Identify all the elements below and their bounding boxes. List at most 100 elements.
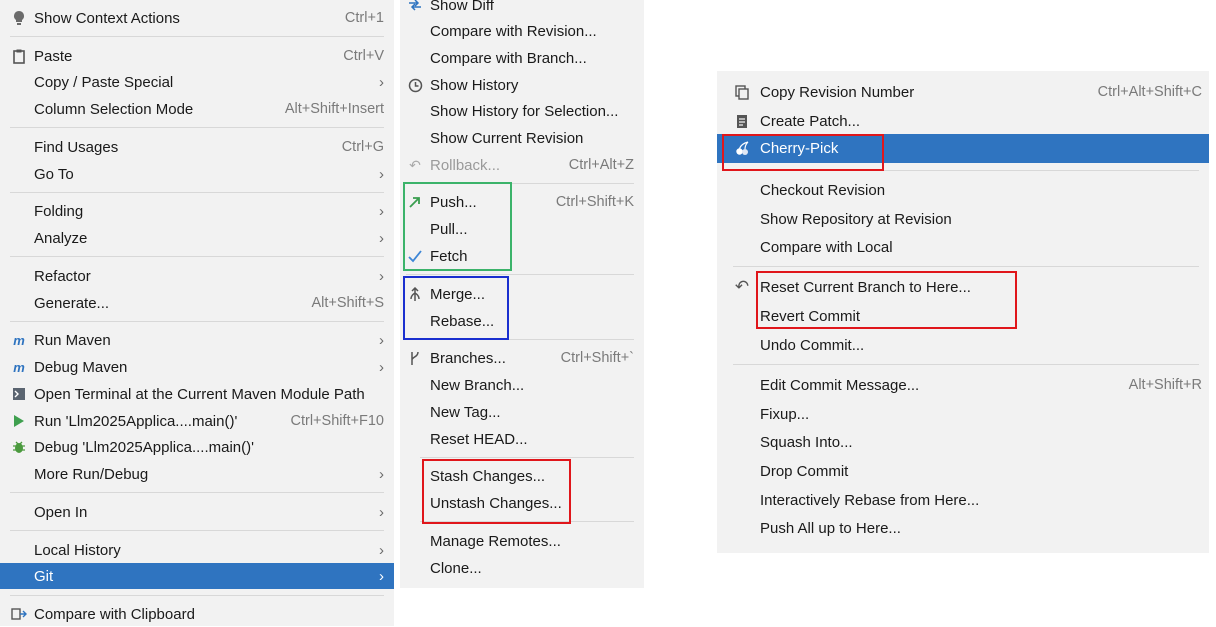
- menu-item-copy-revision-number[interactable]: Copy Revision Number Ctrl+Alt+Shift+C: [717, 79, 1209, 105]
- reset-icon: ↶: [734, 277, 750, 296]
- menu-item-shortcut: Ctrl+V: [343, 48, 384, 64]
- copy-icon: [733, 83, 751, 101]
- menu-item-compare-with-revision[interactable]: Compare with Revision...: [400, 18, 644, 44]
- menu-separator: [10, 492, 384, 493]
- menu-item-shortcut: Ctrl+Alt+Shift+C: [1097, 84, 1202, 100]
- menu-item-undo-commit[interactable]: Undo Commit...: [717, 332, 1209, 358]
- menu-item-show-current-revision[interactable]: Show Current Revision: [400, 125, 644, 151]
- menu-item-generate[interactable]: Generate... Alt+Shift+S: [0, 290, 394, 316]
- menu-item-shortcut: Ctrl+1: [344, 10, 384, 26]
- menu-item-find-usages[interactable]: Find Usages Ctrl+G: [0, 134, 394, 160]
- menu-item-label: More Run/Debug: [34, 465, 149, 483]
- menu-item-shortcut: Alt+Shift+R: [1128, 377, 1202, 393]
- patch-icon: [733, 112, 751, 130]
- menu-item-new-branch[interactable]: New Branch...: [400, 372, 644, 398]
- menu-item-label: Run Maven: [34, 331, 111, 349]
- menu-item-clone[interactable]: Clone...: [400, 555, 644, 581]
- terminal-icon: [10, 385, 28, 403]
- menu-item-analyze[interactable]: Analyze ›: [0, 225, 394, 251]
- menu-item-show-history-for-selection[interactable]: Show History for Selection...: [400, 98, 644, 124]
- maven-icon: m: [13, 332, 25, 348]
- menu-item-debug-maven[interactable]: m Debug Maven ›: [0, 354, 394, 380]
- menu-item-run-maven[interactable]: m Run Maven ›: [0, 327, 394, 353]
- menu-item-shortcut: Ctrl+Shift+K: [555, 194, 634, 210]
- menu-item-show-context-actions[interactable]: Show Context Actions Ctrl+1: [0, 5, 394, 31]
- menu-item-label: Open Terminal at the Current Maven Modul…: [34, 385, 365, 403]
- menu-item-label: Squash Into...: [760, 433, 853, 451]
- highlight-box-reset-revert: [756, 271, 1017, 329]
- menu-item-local-history[interactable]: Local History ›: [0, 537, 394, 563]
- menu-item-squash-into[interactable]: Squash Into...: [717, 429, 1209, 455]
- menu-item-label: Show Current Revision: [430, 129, 584, 147]
- menu-item-new-tag[interactable]: New Tag...: [400, 399, 644, 425]
- menu-item-git[interactable]: Git ›: [0, 563, 394, 589]
- menu-item-label: Debug 'Llm2025Applica....main()': [34, 438, 255, 456]
- menu-item-label: Folding: [34, 202, 84, 220]
- menu-item-shortcut: Alt+Shift+S: [311, 295, 384, 311]
- menu-item-label: Checkout Revision: [760, 181, 886, 199]
- menu-item-checkout-revision[interactable]: Checkout Revision: [717, 177, 1209, 203]
- menu-item-shortcut: Ctrl+Alt+Z: [568, 157, 634, 173]
- clipboard-icon: [10, 47, 28, 65]
- menu-item-create-patch[interactable]: Create Patch...: [717, 108, 1209, 134]
- menu-item-open-terminal-maven[interactable]: Open Terminal at the Current Maven Modul…: [0, 381, 394, 407]
- menu-separator: [10, 127, 384, 128]
- lightbulb-icon: [10, 9, 28, 27]
- menu-item-label: Compare with Revision...: [430, 22, 597, 40]
- menu-item-shortcut: Ctrl+Shift+F10: [290, 413, 385, 429]
- menu-item-reset-head[interactable]: Reset HEAD...: [400, 426, 644, 452]
- menu-item-branches[interactable]: Branches... Ctrl+Shift+`: [400, 345, 644, 371]
- menu-item-label: Show Context Actions: [34, 9, 180, 27]
- menu-separator: [10, 256, 384, 257]
- menu-item-label: Compare with Branch...: [430, 49, 587, 67]
- menu-item-edit-commit-message[interactable]: Edit Commit Message... Alt+Shift+R: [717, 372, 1209, 398]
- menu-item-label: Paste: [34, 47, 73, 65]
- menu-item-rollback[interactable]: ↶ Rollback... Ctrl+Alt+Z: [400, 152, 644, 178]
- menu-item-label: Reset HEAD...: [430, 430, 528, 448]
- menu-item-label: Undo Commit...: [760, 336, 865, 354]
- highlight-box-stash: [422, 459, 571, 524]
- menu-item-show-repository-at-revision[interactable]: Show Repository at Revision: [717, 206, 1209, 232]
- menu-item-compare-with-local[interactable]: Compare with Local: [717, 234, 1209, 260]
- menu-item-more-run-debug[interactable]: More Run/Debug ›: [0, 461, 394, 487]
- menu-item-label: Manage Remotes...: [430, 532, 561, 550]
- menu-item-label: Clone...: [430, 559, 482, 577]
- menu-item-label: Fixup...: [760, 405, 810, 423]
- menu-item-manage-remotes[interactable]: Manage Remotes...: [400, 528, 644, 554]
- menu-item-go-to[interactable]: Go To ›: [0, 161, 394, 187]
- menu-item-folding[interactable]: Folding ›: [0, 198, 394, 224]
- chevron-right-icon: ›: [379, 202, 384, 220]
- run-icon: [10, 412, 28, 430]
- menu-item-label: Local History: [34, 541, 121, 559]
- highlight-box-merge-rebase: [403, 276, 509, 340]
- menu-item-label: Git: [34, 567, 54, 585]
- menu-item-shortcut: Ctrl+Shift+`: [560, 350, 634, 366]
- menu-item-debug-main[interactable]: Debug 'Llm2025Applica....main()': [0, 434, 394, 460]
- debug-bug-icon: [10, 438, 28, 456]
- menu-item-show-diff[interactable]: Show Diff: [400, 0, 644, 18]
- menu-separator: [10, 530, 384, 531]
- menu-item-label: Go To: [34, 165, 74, 183]
- menu-separator: [10, 36, 384, 37]
- menu-item-push-all-up-to-here[interactable]: Push All up to Here...: [717, 515, 1209, 541]
- menu-item-shortcut: Ctrl+G: [341, 139, 384, 155]
- menu-item-refactor[interactable]: Refactor ›: [0, 263, 394, 289]
- menu-item-run-main[interactable]: Run 'Llm2025Applica....main()' Ctrl+Shif…: [0, 408, 394, 434]
- menu-item-open-in[interactable]: Open In ›: [0, 499, 394, 525]
- menu-item-copy-paste-special[interactable]: Copy / Paste Special ›: [0, 69, 394, 95]
- chevron-right-icon: ›: [379, 165, 384, 183]
- menu-item-compare-with-clipboard[interactable]: Compare with Clipboard: [0, 601, 394, 627]
- menu-item-paste[interactable]: Paste Ctrl+V: [0, 43, 394, 69]
- chevron-right-icon: ›: [379, 331, 384, 349]
- menu-item-label: Compare with Clipboard: [34, 605, 195, 623]
- chevron-right-icon: ›: [379, 503, 384, 521]
- menu-item-show-history[interactable]: Show History: [400, 72, 644, 98]
- menu-separator: [10, 321, 384, 322]
- menu-item-drop-commit[interactable]: Drop Commit: [717, 458, 1209, 484]
- menu-item-fixup[interactable]: Fixup...: [717, 401, 1209, 427]
- menu-item-compare-with-branch[interactable]: Compare with Branch...: [400, 45, 644, 71]
- menu-separator: [420, 457, 634, 458]
- menu-item-interactively-rebase[interactable]: Interactively Rebase from Here...: [717, 487, 1209, 513]
- menu-item-label: Show Repository at Revision: [760, 210, 952, 228]
- menu-item-column-selection-mode[interactable]: Column Selection Mode Alt+Shift+Insert: [0, 96, 394, 122]
